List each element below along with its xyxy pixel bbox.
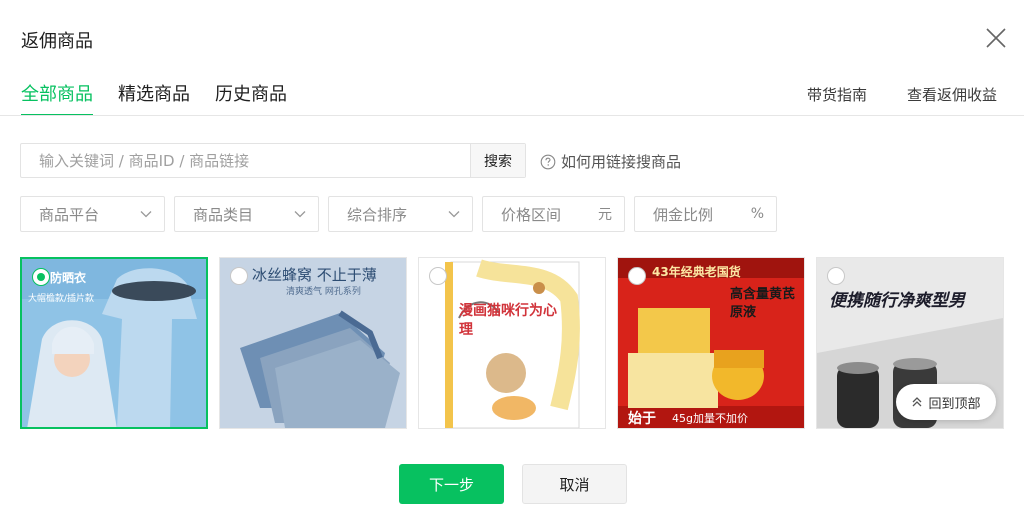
product-radio[interactable] bbox=[827, 267, 845, 285]
tab-selected-products[interactable]: 精选商品 bbox=[118, 80, 190, 116]
search-input[interactable] bbox=[21, 144, 470, 177]
chevron-down-icon bbox=[294, 211, 306, 218]
sort-select[interactable]: 综合排序 bbox=[328, 196, 473, 232]
product-headline: 防晒衣 bbox=[50, 271, 87, 285]
header-divider bbox=[0, 115, 1024, 116]
chevron-down-icon bbox=[448, 211, 460, 218]
product-radio[interactable] bbox=[32, 268, 50, 286]
tab-bar: 全部商品 精选商品 历史商品 bbox=[21, 80, 312, 116]
product-headline: 43年经典老国货 bbox=[652, 265, 741, 279]
next-step-button[interactable]: 下一步 bbox=[399, 464, 504, 504]
tab-all-products[interactable]: 全部商品 bbox=[21, 80, 93, 116]
double-chevron-up-icon bbox=[913, 397, 922, 407]
link-search-help[interactable]: 如何用链接搜商品 bbox=[540, 151, 681, 172]
product-subline: 高含量黄芪原液 bbox=[730, 287, 796, 320]
search-help-label: 如何用链接搜商品 bbox=[561, 153, 682, 171]
product-headline: 冰丝蜂窝 不止于薄 bbox=[252, 266, 377, 284]
product-radio[interactable] bbox=[429, 267, 447, 285]
search-box: 搜索 bbox=[20, 143, 526, 178]
sort-select-label: 综合排序 bbox=[347, 205, 408, 224]
product-corner-label: 始于 bbox=[628, 411, 656, 427]
commission-rate-input[interactable]: 佣金比例 % bbox=[634, 196, 777, 232]
product-card[interactable]: 防晒衣 大帽檐款/插片款 bbox=[20, 257, 208, 429]
close-button[interactable] bbox=[984, 26, 1008, 50]
percent-unit: % bbox=[750, 206, 764, 222]
tab-history-products[interactable]: 历史商品 bbox=[215, 80, 287, 116]
cancel-button[interactable]: 取消 bbox=[522, 464, 627, 504]
dialog-title: 返佣商品 bbox=[21, 31, 93, 52]
commission-rate-placeholder: 佣金比例 bbox=[653, 205, 714, 224]
category-select-label: 商品类目 bbox=[193, 205, 254, 224]
product-headline: 便携随行净爽型男 bbox=[829, 291, 965, 311]
product-subline: 大帽檐款/插片款 bbox=[28, 294, 95, 304]
close-icon bbox=[986, 28, 1006, 48]
product-subline: 清爽透气 网孔系列 bbox=[286, 287, 361, 297]
search-button[interactable]: 搜索 bbox=[470, 144, 525, 177]
top-links: 带货指南 查看返佣收益 bbox=[767, 84, 997, 105]
platform-select[interactable]: 商品平台 bbox=[20, 196, 165, 232]
chevron-down-icon bbox=[140, 211, 152, 218]
product-radio[interactable] bbox=[628, 267, 646, 285]
product-headline: 漫画猫咪行为心理 bbox=[459, 303, 557, 338]
product-radio[interactable] bbox=[230, 267, 248, 285]
question-circle-icon bbox=[540, 154, 556, 169]
price-range-input[interactable]: 价格区间 元 bbox=[482, 196, 625, 232]
platform-select-label: 商品平台 bbox=[39, 205, 100, 224]
back-to-top-button[interactable]: 回到顶部 bbox=[896, 384, 996, 420]
selling-guide-link[interactable]: 带货指南 bbox=[807, 84, 867, 105]
product-card[interactable]: 漫画猫咪行为心理 bbox=[418, 257, 606, 429]
product-image bbox=[419, 258, 605, 428]
product-card[interactable]: 冰丝蜂窝 不止于薄 清爽透气 网孔系列 bbox=[219, 257, 407, 429]
price-range-placeholder: 价格区间 bbox=[501, 205, 562, 224]
product-grid: 防晒衣 大帽檐款/插片款 冰丝蜂窝 不止于薄 清爽透气 网孔系列 漫画猫咪行为心… bbox=[20, 257, 1010, 429]
view-earnings-link[interactable]: 查看返佣收益 bbox=[907, 84, 997, 105]
product-card[interactable]: 43年经典老国货 高含量黄芪原液 45g加量不加价 始于 bbox=[617, 257, 805, 429]
price-unit: 元 bbox=[598, 207, 612, 223]
category-select[interactable]: 商品类目 bbox=[174, 196, 319, 232]
product-badge: 45g加量不加价 bbox=[672, 412, 748, 425]
product-image bbox=[618, 258, 804, 428]
back-to-top-label: 回到顶部 bbox=[928, 396, 981, 412]
